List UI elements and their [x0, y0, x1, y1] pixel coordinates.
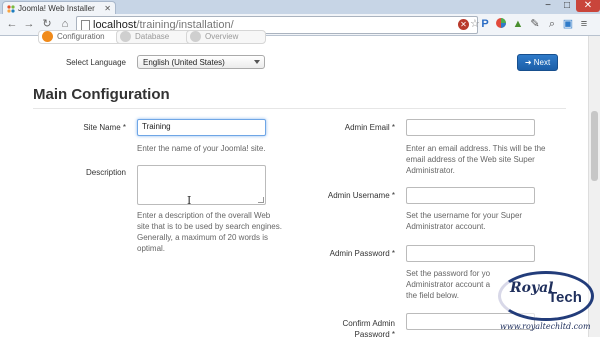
- admin-password-help-line: Administrator account a: [406, 280, 491, 289]
- minimize-button[interactable]: −: [538, 0, 558, 12]
- eyedropper-icon[interactable]: ✎: [528, 17, 542, 31]
- resize-grip-icon[interactable]: [258, 197, 264, 203]
- admin-email-input[interactable]: [406, 119, 535, 136]
- back-arrow-icon[interactable]: ←: [5, 17, 19, 31]
- forward-arrow-icon[interactable]: →: [22, 17, 36, 31]
- browser-titlebar: Joomla! Web Installer ✕ − □ ✕: [0, 0, 600, 15]
- home-icon[interactable]: ⌂: [58, 17, 72, 31]
- step-number-icon: [42, 31, 53, 42]
- step-number-icon: [190, 31, 201, 42]
- royaltech-watermark-logo: Royal Tech www.royaltechltd.com: [494, 267, 600, 337]
- admin-email-label: Admin Email *: [344, 123, 395, 132]
- extension-icon[interactable]: ▲: [511, 17, 525, 31]
- language-label: Select Language: [65, 58, 126, 67]
- admin-username-input[interactable]: [406, 187, 535, 204]
- admin-username-help-line: Administrator account.: [406, 222, 486, 231]
- admin-username-help-line: Set the username for your Super: [406, 211, 523, 220]
- zoom-icon[interactable]: ⌕: [545, 17, 559, 31]
- description-help-line: Enter a description of the overall Web: [137, 211, 271, 220]
- blocked-icon[interactable]: ✕: [458, 19, 469, 30]
- pinterest-extension-icon[interactable]: P: [478, 17, 492, 31]
- admin-password-help: Set the password for yo Administrator ac…: [406, 268, 490, 301]
- admin-password-input[interactable]: [406, 245, 535, 262]
- text-cursor-icon: I: [187, 194, 192, 207]
- scrollbar-thumb[interactable]: [591, 111, 598, 181]
- site-name-help: Enter the name of your Joomla! site.: [137, 144, 266, 153]
- admin-username-help: Set the username for your Super Administ…: [406, 210, 522, 232]
- language-value: English (United States): [143, 58, 225, 67]
- site-name-label: Site Name *: [83, 123, 126, 132]
- logo-tech-text: Tech: [548, 289, 582, 306]
- joomla-favicon-icon: [7, 5, 15, 13]
- description-label: Description: [85, 168, 126, 177]
- admin-email-help-line: Administrator.: [406, 166, 455, 175]
- admin-username-label: Admin Username *: [327, 191, 395, 200]
- admin-password-label: Admin Password *: [329, 249, 395, 258]
- admin-email-help: Enter an email address. This will be the…: [406, 143, 545, 176]
- site-name-input[interactable]: Training: [137, 119, 266, 136]
- color-extension-icon[interactable]: [494, 17, 508, 31]
- confirm-password-label-line: Confirm Admin: [342, 319, 395, 328]
- language-select[interactable]: English (United States): [137, 55, 265, 69]
- confirm-password-label-line: Password *: [354, 330, 395, 339]
- maximize-button[interactable]: □: [558, 0, 576, 12]
- site-name-value: Training: [142, 122, 171, 131]
- reload-icon[interactable]: ↻: [40, 17, 54, 31]
- menu-icon[interactable]: ≡: [577, 17, 591, 31]
- admin-password-help-line: the field below.: [406, 291, 459, 300]
- chevron-down-icon: [254, 60, 260, 64]
- step-database[interactable]: Database: [116, 30, 196, 44]
- browser-tab[interactable]: Joomla! Web Installer ✕: [2, 1, 116, 15]
- installer-steps: Configuration Database Overview: [26, 30, 566, 44]
- step-number-icon: [120, 31, 131, 42]
- logo-site-text: www.royaltechltd.com: [500, 322, 591, 331]
- page-title: Main Configuration: [33, 86, 170, 103]
- step-configuration[interactable]: Configuration: [38, 30, 126, 44]
- description-help-line: site that is to be used by search engine…: [137, 222, 282, 231]
- admin-email-help-line: Enter an email address. This will be the: [406, 144, 546, 153]
- title-divider: [33, 108, 566, 109]
- step-overview[interactable]: Overview: [186, 30, 266, 44]
- admin-email-help-line: email address of the Web site Super: [406, 155, 535, 164]
- description-help-line: optimal.: [137, 244, 166, 253]
- description-help-line: Generally, a maximum of 20 words is: [137, 233, 269, 242]
- next-button[interactable]: ➜ Next: [517, 54, 558, 71]
- admin-password-help-line: Set the password for yo: [406, 269, 491, 278]
- description-help: Enter a description of the overall Web s…: [137, 210, 282, 254]
- screenshot-icon[interactable]: ▣: [561, 17, 575, 31]
- logo-royal-text: Royal: [510, 280, 554, 296]
- description-textarea[interactable]: [137, 165, 266, 205]
- window-close-button[interactable]: ✕: [576, 0, 600, 12]
